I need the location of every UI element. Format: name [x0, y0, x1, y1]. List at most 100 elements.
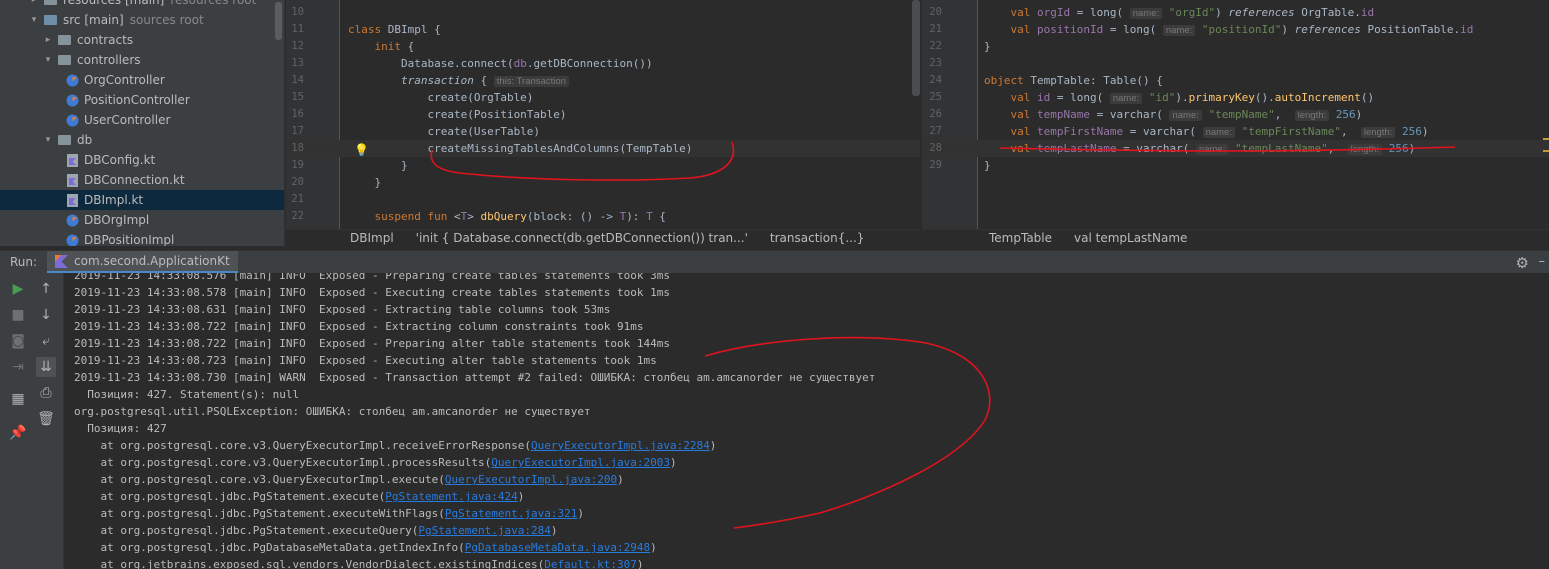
tree-item[interactable]: ▾ src [main] sources root [0, 10, 284, 30]
warning-stripe-mark[interactable] [1543, 150, 1549, 152]
chevron-down-icon[interactable]: ▾ [42, 135, 54, 145]
breadcrumb-item[interactable]: 'init { Database.connect(db.getDBConnect… [416, 231, 748, 245]
tree-item[interactable]: ▸ resources [main] resources root [0, 0, 284, 10]
chevron-right-icon[interactable]: ▸ [42, 35, 54, 45]
code-line[interactable]: 25 val id = long( name: "id").primaryKey… [922, 89, 1549, 106]
code-line[interactable]: 20 val orgId = long( name: "orgId") refe… [922, 4, 1549, 21]
project-tree[interactable]: ▸ resources [main] resources root ▾ src [mai… [0, 0, 285, 246]
code-text: } [348, 176, 382, 189]
line-number: 21 [291, 193, 304, 205]
code-line[interactable]: 26 val tempName = varchar( name: "tempNa… [922, 106, 1549, 123]
print-icon[interactable]: ⎙ [36, 383, 56, 403]
tree-item[interactable]: UserController [0, 110, 284, 130]
line-number: 18 [291, 142, 304, 154]
code-line[interactable]: 29} [922, 157, 1549, 174]
code-line[interactable]: 21 val positionId = long( name: "positio… [922, 21, 1549, 38]
kotlin-run-icon [55, 254, 68, 268]
line-number: 29 [929, 159, 942, 171]
line-number: 25 [929, 91, 942, 103]
code-line[interactable]: 27 val tempFirstName = varchar( name: "t… [922, 123, 1549, 140]
run-label: Run: [10, 255, 38, 269]
tree-item[interactable]: OrgController [0, 70, 284, 90]
pin-icon[interactable]: 📌 [8, 423, 28, 443]
tree-item[interactable]: DBConfig.kt [0, 150, 284, 170]
breadcrumb-item[interactable]: TempTable [989, 231, 1052, 245]
tree-item[interactable]: ▾ controllers [0, 50, 284, 70]
code-line[interactable]: 24 object TempTable: Table() { [922, 72, 1549, 89]
code-text: } [984, 40, 991, 53]
layout-icon[interactable]: ▦ [8, 389, 28, 409]
code-line[interactable]: 13 Database.connect(db.getDBConnection()… [286, 55, 920, 72]
warning-stripe-mark[interactable] [1543, 138, 1549, 140]
stacktrace-link[interactable]: QueryExecutorImpl.java:200 [445, 473, 617, 486]
code-line[interactable]: 23 [922, 55, 1549, 72]
tree-item-label: PositionController [84, 93, 190, 107]
chevron-right-icon[interactable]: ▸ [28, 0, 40, 5]
minimize-icon[interactable]: – [1539, 254, 1546, 269]
tree-item-label: DBConnection.kt [84, 173, 185, 187]
chevron-down-icon[interactable]: ▾ [28, 15, 40, 25]
stacktrace-link[interactable]: PgStatement.java:284 [418, 524, 550, 537]
console-line: at org.postgresql.jdbc.PgStatement.execu… [74, 490, 525, 503]
tree-item[interactable]: PositionController [0, 90, 284, 110]
code-text: Database.connect(db.getDBConnection()) [348, 57, 653, 70]
folder-icon [44, 15, 57, 25]
trash-icon[interactable]: 🗑 [36, 409, 56, 429]
gear-icon[interactable]: ⚙ [1516, 254, 1529, 272]
tree-item[interactable]: DBPositionImpl [0, 230, 284, 246]
code-line[interactable]: 18 createMissingTablesAndColumns(TempTab… [286, 140, 920, 157]
tree-item[interactable]: DBImpl.kt [0, 190, 284, 210]
code-line[interactable]: 19 } [286, 157, 920, 174]
code-line[interactable]: 15 create(OrgTable) [286, 89, 920, 106]
code-line[interactable]: 14 transaction { this: Transaction [286, 72, 920, 89]
stop-icon[interactable]: ■ [8, 305, 28, 325]
editor-dbimpl[interactable]: 10 11 class DBImpl {12 init {13 Database.c… [286, 0, 920, 229]
line-number: 23 [929, 57, 942, 69]
soft-wrap-icon[interactable]: ⤶ [36, 331, 56, 351]
console-output[interactable]: 2019-11-23 14:33:08.576 [main] INFO Expo… [64, 273, 1549, 569]
code-text: val tempLastName = varchar( name: "tempL… [1010, 142, 1416, 155]
arrow-up-icon[interactable]: ↑ [36, 279, 56, 299]
run-tab[interactable]: com.second.ApplicationKt [47, 251, 238, 274]
breadcrumb-item[interactable]: transaction{...} [770, 231, 865, 245]
code-text: val orgId = long( name: "orgId") referen… [1010, 6, 1375, 19]
stacktrace-link[interactable]: QueryExecutorImpl.java:2003 [491, 456, 670, 469]
code-line[interactable]: 11 class DBImpl { [286, 21, 920, 38]
tree-item[interactable]: DBConnection.kt [0, 170, 284, 190]
stacktrace-link[interactable]: QueryExecutorImpl.java:2284 [531, 439, 710, 452]
chevron-down-icon[interactable]: ▾ [42, 55, 54, 65]
scroll-to-end-icon[interactable]: ⇊ [36, 357, 56, 377]
exit-icon[interactable]: ⇥ [8, 357, 28, 377]
rerun-icon[interactable]: ▶ [8, 279, 28, 299]
tree-item[interactable]: ▸ contracts [0, 30, 284, 50]
breadcrumb-item[interactable]: DBImpl [350, 231, 394, 245]
tree-item[interactable]: ▾ db [0, 130, 284, 150]
stacktrace-link[interactable]: PgStatement.java:321 [445, 507, 577, 520]
console-line: 2019-11-23 14:33:08.722 [main] INFO Expo… [74, 337, 671, 350]
breadcrumb-item[interactable]: val tempLastName [1074, 231, 1187, 245]
code-line[interactable]: 10 [286, 4, 920, 21]
tree-item-label: OrgController [84, 73, 165, 87]
code-text: createMissingTablesAndColumns(TempTable) [348, 142, 693, 155]
stacktrace-link[interactable]: Default.kt:307 [544, 558, 637, 569]
code-line[interactable]: 17 create(UserTable) [286, 123, 920, 140]
tree-item-label: resources [main] [63, 0, 165, 7]
editor-temptable[interactable]: 20 val orgId = long( name: "orgId") refe… [922, 0, 1549, 229]
editor-scrollbar[interactable] [912, 0, 920, 96]
line-number: 14 [291, 74, 304, 86]
code-line[interactable]: 28 val tempLastName = varchar( name: "te… [922, 140, 1549, 157]
code-line[interactable]: 21 [286, 191, 920, 208]
code-line[interactable]: 22 suspend fun <T> dbQuery(block: () -> … [286, 208, 920, 225]
stacktrace-link[interactable]: PgDatabaseMetaData.java:2948 [465, 541, 650, 554]
code-line[interactable]: 22} [922, 38, 1549, 55]
stacktrace-link[interactable]: PgStatement.java:424 [385, 490, 517, 503]
tree-item[interactable]: DBOrgImpl [0, 210, 284, 230]
arrow-down-icon[interactable]: ↓ [36, 305, 56, 325]
tree-scrollbar[interactable] [275, 2, 282, 40]
line-number: 10 [291, 6, 304, 18]
code-line[interactable]: 20 } [286, 174, 920, 191]
code-line[interactable]: 12 init { [286, 38, 920, 55]
camera-icon[interactable]: ◙ [8, 331, 28, 351]
code-line[interactable]: 16 create(PositionTable) [286, 106, 920, 123]
folder-icon [58, 55, 71, 65]
